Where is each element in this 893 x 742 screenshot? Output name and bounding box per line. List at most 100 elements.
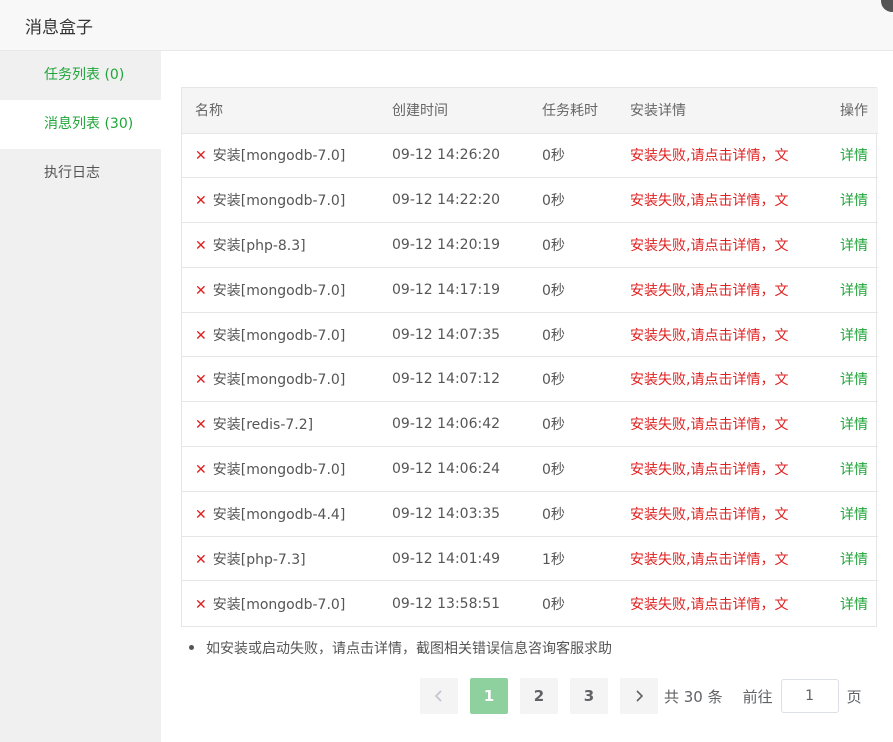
failed-x-icon: ✕ (195, 506, 207, 523)
created-time: 09-12 14:06:24 (392, 446, 542, 492)
detail-link[interactable]: 详情 (840, 193, 868, 209)
header-duration: 任务耗时 (542, 88, 630, 134)
created-time: 09-12 14:22:20 (392, 177, 542, 224)
help-note-text: 如安装或启动失败，请点击详情，截图相关错误信息咨询客服求助 (206, 641, 612, 657)
table-header-row: 名称 创建时间 任务耗时 安装详情 操作 (182, 88, 878, 134)
task-name: 安装[php-8.3] (212, 237, 306, 254)
chevron-left-icon (434, 690, 442, 702)
help-note: 如安装或启动失败，请点击详情，截图相关错误信息咨询客服求助 (189, 638, 612, 658)
row-name-cell: ✕ 安装[mongodb-7.0] (182, 133, 392, 179)
detail-link[interactable]: 详情 (840, 238, 868, 254)
row-name-cell: ✕ 安装[mongodb-7.0] (182, 177, 392, 224)
page-1-button[interactable]: 1 (470, 678, 508, 714)
goto-label: 前往 (742, 687, 773, 706)
failed-x-icon: ✕ (195, 327, 207, 344)
row-name-cell: ✕ 安装[mongodb-7.0] (182, 446, 392, 492)
detail-link[interactable]: 详情 (840, 417, 868, 433)
row-action-cell: 详情 (810, 267, 878, 313)
task-duration: 0秒 (542, 596, 565, 613)
row-action-cell: 详情 (810, 536, 878, 582)
page-3-button[interactable]: 3 (570, 678, 608, 714)
table-row: ✕ 安装[php-7.3] 09-12 14:01:49 1秒 安装失败,请点击详情，文… (182, 536, 878, 582)
task-name: 安装[php-7.3] (212, 551, 306, 568)
task-duration: 0秒 (542, 222, 630, 268)
detail-link[interactable]: 详情 (840, 283, 868, 299)
row-action-cell: 详情 (810, 222, 878, 268)
install-detail: 安装失败,请点击详情，文 (630, 491, 810, 537)
install-detail: 安装失败,请点击详情，文 (630, 356, 810, 403)
table-row: ✕ 安装[mongodb-7.0] 09-12 14:06:24 0秒 安装失败,请点击… (182, 446, 878, 492)
task-duration: 0秒 (542, 177, 630, 224)
table-row: ✕ 安装[mongodb-7.0] 09-12 14:17:19 0秒 安装失败,请点击… (182, 267, 878, 313)
detail-link[interactable]: 详情 (840, 552, 868, 568)
goto-page-input[interactable] (780, 679, 839, 713)
failed-x-icon: ✕ (195, 148, 207, 165)
table-row: ✕ 安装[mongodb-7.0] 09-12 14:22:20 0秒 安装失败,请点击… (182, 177, 878, 224)
detail-link[interactable]: 详情 (840, 328, 868, 344)
detail-link[interactable]: 详情 (840, 507, 868, 523)
row-name-cell: ✕ 安装[mongodb-7.0] (182, 356, 392, 403)
row-action-cell: 详情 (810, 312, 878, 358)
header-name: 名称 (182, 88, 392, 134)
install-detail: 安装失败,请点击详情，文 (630, 133, 810, 179)
created-time: 09-12 14:07:12 (392, 356, 542, 403)
goto-suffix: 页 (846, 687, 862, 706)
created-time: 09-12 14:17:19 (392, 267, 542, 313)
install-detail: 安装失败,请点击详情，文 (630, 312, 810, 358)
row-name-cell: ✕ 安装[mongodb-7.0] (182, 312, 392, 358)
row-name-cell: ✕ 安装[mongodb-7.0] (182, 267, 392, 313)
row-action-cell: 详情 (810, 356, 878, 403)
sidebar-item-tasks[interactable]: 任务列表 (0) (0, 51, 161, 100)
window-title: 消息盒子 (25, 18, 93, 38)
header-action: 操作 (810, 88, 878, 134)
created-time: 09-12 14:01:49 (392, 536, 542, 582)
total-count: 共 30 条 (664, 687, 723, 706)
detail-link[interactable]: 详情 (840, 372, 868, 388)
created-time: 09-12 14:26:20 (392, 133, 542, 179)
detail-link[interactable]: 详情 (840, 148, 868, 164)
install-detail: 安装失败,请点击详情，文 (630, 177, 810, 224)
table-row: ✕ 安装[mongodb-7.0] 09-12 14:26:20 0秒 安装失败,请点击… (182, 133, 878, 179)
task-name: 安装[mongodb-7.0] (212, 372, 346, 389)
row-action-cell: 详情 (810, 446, 878, 492)
install-detail: 安装失败,请点击详情，文 (630, 401, 810, 448)
failed-x-icon: ✕ (195, 282, 207, 299)
row-name-cell: ✕ 安装[mongodb-4.4] (182, 491, 392, 537)
sidebar: 任务列表 (0) 消息列表 (30) 执行日志 (0, 51, 161, 742)
install-detail: 安装失败,请点击详情，文 (630, 446, 810, 492)
task-name: 安装[redis-7.2] (212, 417, 314, 434)
created-time: 09-12 14:20:19 (392, 222, 542, 268)
table-row: ✕ 安装[php-8.3] 09-12 14:20:19 0秒 安装失败,请点击详情，文… (182, 222, 878, 268)
close-icon[interactable] (881, 0, 893, 12)
table-row: ✕ 安装[mongodb-7.0] 09-12 13:58:51 0秒 安装失败,请点击… (182, 581, 878, 626)
created-time: 09-12 14:07:35 (392, 312, 542, 358)
task-name: 安装[mongodb-7.0] (212, 596, 346, 613)
task-name: 安装[mongodb-7.0] (212, 461, 346, 478)
failed-x-icon: ✕ (195, 237, 207, 254)
next-page-button[interactable] (620, 678, 658, 714)
task-name: 安装[mongodb-7.0] (212, 282, 346, 299)
header-created-time: 创建时间 (392, 88, 542, 134)
table-row: ✕ 安装[redis-7.2] 09-12 14:06:42 0秒 安装失败,请点击详情… (182, 401, 878, 448)
row-name-cell: ✕ 安装[redis-7.2] (182, 401, 392, 448)
row-name-cell: ✕ 安装[php-8.3] (182, 222, 392, 268)
row-action-cell: 详情 (810, 177, 878, 224)
table-row: ✕ 安装[mongodb-4.4] 09-12 14:03:35 0秒 安装失败,请点击… (182, 491, 878, 537)
prev-page-button[interactable] (420, 678, 458, 714)
header-install-detail: 安装详情 (630, 88, 810, 134)
install-detail: 安装失败,请点击详情，文 (630, 536, 810, 582)
task-name: 安装[mongodb-7.0] (212, 148, 346, 165)
table-row: ✕ 安装[mongodb-7.0] 09-12 14:07:35 0秒 安装失败,请点击… (182, 312, 878, 358)
sidebar-item-logs[interactable]: 执行日志 (0, 149, 161, 198)
detail-link[interactable]: 详情 (840, 597, 868, 613)
sidebar-item-messages[interactable]: 消息列表 (30) (0, 100, 161, 149)
task-duration: 0秒 (542, 491, 630, 537)
row-action-cell: 详情 (810, 133, 878, 179)
page-2-button[interactable]: 2 (520, 678, 558, 714)
row-action-cell: 详情 (810, 401, 878, 448)
task-name: 安装[mongodb-7.0] (212, 193, 346, 210)
created-time: 09-12 14:03:35 (392, 491, 542, 537)
created-time: 09-12 14:06:42 (392, 401, 542, 448)
detail-link[interactable]: 详情 (840, 462, 868, 478)
task-name: 安装[mongodb-7.0] (212, 327, 346, 344)
